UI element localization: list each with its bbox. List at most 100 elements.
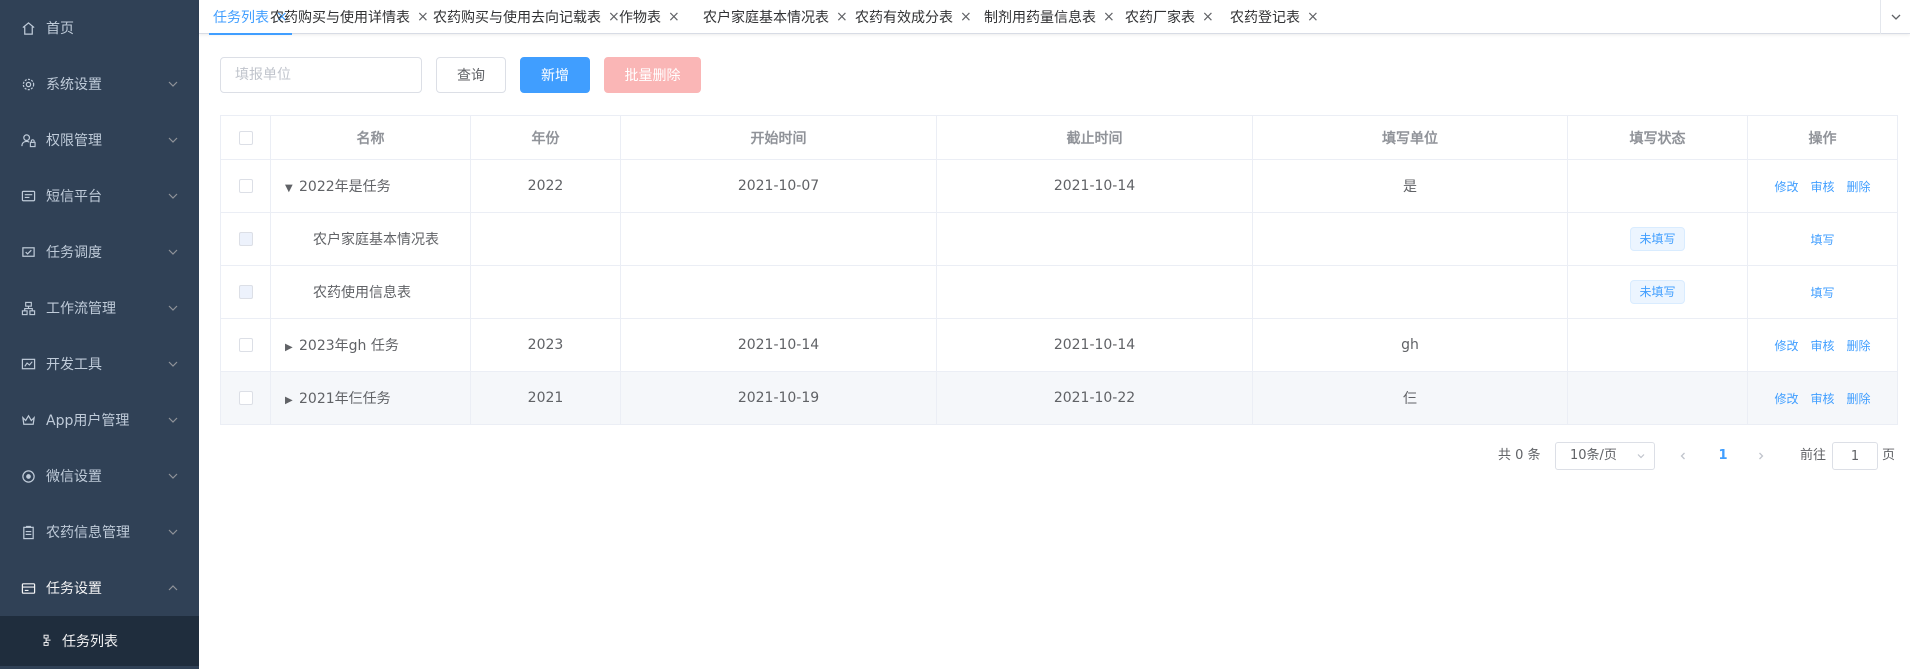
- row-action-link[interactable]: 删除: [1847, 339, 1871, 353]
- caret-right-icon[interactable]: ▶: [285, 342, 297, 353]
- page-number[interactable]: 1: [1709, 442, 1737, 470]
- chevron-down-icon: [168, 249, 178, 255]
- sidebar-item-3[interactable]: 短信平台: [0, 168, 199, 224]
- toolbar: 查询 新增 批量删除: [220, 57, 1820, 93]
- task-schedule-icon: [20, 244, 36, 260]
- row-action-link[interactable]: 修改: [1774, 180, 1798, 194]
- sidebar-item-9[interactable]: 农药信息管理: [0, 504, 199, 560]
- close-icon[interactable]: ×: [960, 9, 972, 25]
- tab-1[interactable]: 农药购买与使用详情表 ×: [270, 0, 429, 34]
- task-name: 2022年是任务: [299, 179, 391, 195]
- select-all-cell: [220, 115, 271, 160]
- tab-5[interactable]: 农药有效成分表 ×: [855, 0, 972, 34]
- close-icon[interactable]: ×: [668, 9, 680, 25]
- home-icon: [20, 20, 36, 36]
- table-row[interactable]: ▶ 2023年gh 任务 2023 2021-10-14 2021-10-14 gh 修改审…: [220, 318, 1898, 372]
- row-action-link[interactable]: 审核: [1810, 339, 1834, 353]
- status-cell: 未填写: [1567, 212, 1748, 266]
- task-name: 农药使用信息表: [313, 285, 411, 301]
- row-checkbox[interactable]: [238, 232, 253, 246]
- table-row[interactable]: 农户家庭基本情况表 未填写 填写: [220, 212, 1898, 266]
- sidebar-item-label: 农药信息管理: [46, 525, 130, 541]
- sidebar-item-6[interactable]: 开发工具: [0, 336, 199, 392]
- sidebar-item-4[interactable]: 任务调度: [0, 224, 199, 280]
- end-time-cell: [936, 265, 1253, 319]
- tab-4[interactable]: 农户家庭基本情况表 ×: [703, 0, 848, 34]
- start-time-cell: [620, 265, 937, 319]
- row-checkbox[interactable]: [238, 338, 253, 352]
- sidebar-subitem-label: 任务列表: [62, 634, 118, 650]
- caret-right-icon[interactable]: ▶: [285, 395, 297, 406]
- row-action-link[interactable]: 填写: [1810, 233, 1834, 247]
- row-action-link[interactable]: 填写: [1810, 286, 1834, 300]
- row-checkbox[interactable]: [238, 179, 253, 193]
- close-icon[interactable]: ×: [1307, 9, 1319, 25]
- search-input[interactable]: [220, 57, 422, 93]
- select-all-checkbox[interactable]: [238, 130, 253, 145]
- row-action-link[interactable]: 审核: [1810, 392, 1834, 406]
- select-cell: [220, 265, 271, 319]
- sidebar-subitem-0[interactable]: 任务列表: [0, 616, 199, 666]
- unit-cell: 是: [1252, 159, 1568, 213]
- tab-7[interactable]: 农药厂家表 ×: [1125, 0, 1214, 34]
- table-row[interactable]: 农药使用信息表 未填写 填写: [220, 265, 1898, 319]
- tab-8[interactable]: 农药登记表 ×: [1230, 0, 1319, 34]
- status-cell: 未填写: [1567, 265, 1748, 319]
- row-checkbox[interactable]: [238, 285, 253, 299]
- row-action-link[interactable]: 修改: [1774, 392, 1798, 406]
- page-size-select[interactable]: 10条/页: [1555, 442, 1655, 470]
- tabs-bar: 任务列表 × 农药购买与使用详情表 × 农药购买与使用去向记载表 × 作物表 × 农户家庭基本情…: [199, 0, 1910, 35]
- task-table: 名称 年份 开始时间 截止时间 填写单位 填写状态 操作 ▼ 2022年是任务 20…: [220, 115, 1898, 425]
- tab-3[interactable]: 作物表 ×: [619, 0, 680, 34]
- row-action-link[interactable]: 审核: [1810, 180, 1834, 194]
- close-icon[interactable]: ×: [608, 9, 620, 25]
- chevron-down-icon: [168, 361, 178, 367]
- crown-icon: [20, 412, 36, 428]
- row-checkbox[interactable]: [238, 391, 253, 405]
- prev-page-button[interactable]: [1669, 442, 1697, 470]
- sidebar-item-10[interactable]: 任务设置: [0, 560, 199, 616]
- tab-label: 制剂用药量信息表: [984, 10, 1096, 26]
- sidebar-item-1[interactable]: 系统设置: [0, 56, 199, 112]
- next-page-button[interactable]: [1747, 442, 1775, 470]
- year-cell: 2021: [470, 371, 621, 425]
- status-badge: 未填写: [1630, 227, 1685, 251]
- sidebar-item-2[interactable]: 权限管理: [0, 112, 199, 168]
- pagination-total: 共 0 条: [1498, 448, 1541, 463]
- tab-2[interactable]: 农药购买与使用去向记载表 ×: [433, 0, 620, 34]
- sidebar-item-5[interactable]: 工作流管理: [0, 280, 199, 336]
- table-row[interactable]: ▶ 2021年仨任务 2021 2021-10-19 2021-10-22 仨修改 审核 删除: [220, 371, 1898, 425]
- sidebar-item-7[interactable]: App用户管理: [0, 392, 199, 448]
- tabs-more-button[interactable]: [1880, 0, 1910, 34]
- year-cell: 2022: [470, 159, 621, 213]
- sidebar: 首页 系统设置 权限管理 短信平台 任务调度 工作流管理 开发工具 App用户管理 微信设置 农药…: [0, 0, 199, 669]
- close-icon[interactable]: ×: [417, 9, 429, 25]
- goto-page-input[interactable]: [1832, 442, 1878, 470]
- tab-6[interactable]: 制剂用药量信息表 ×: [984, 0, 1115, 34]
- message-icon: [20, 188, 36, 204]
- row-action-link[interactable]: 删除: [1847, 180, 1871, 194]
- sidebar-item-0[interactable]: 首页: [0, 0, 199, 56]
- close-icon[interactable]: ×: [836, 9, 848, 25]
- card-icon: [20, 580, 36, 596]
- row-action-link[interactable]: 删除: [1847, 392, 1871, 406]
- sidebar-item-label: 首页: [46, 21, 74, 37]
- close-icon[interactable]: ×: [1103, 9, 1115, 25]
- column-header: 名称: [270, 115, 471, 160]
- close-icon[interactable]: ×: [1202, 9, 1214, 25]
- query-button[interactable]: 查询: [436, 57, 506, 93]
- chevron-right-icon: [1759, 452, 1764, 460]
- page-size-value: 10条/页: [1570, 448, 1617, 463]
- table-row[interactable]: ▼ 2022年是任务 2022 2021-10-07 2021-10-14 是修改 审核 删除: [220, 159, 1898, 213]
- batch-delete-button[interactable]: 批量删除: [604, 57, 701, 93]
- actions-cell: 填写: [1747, 265, 1898, 319]
- caret-down-icon[interactable]: ▼: [285, 183, 297, 194]
- add-button[interactable]: 新增: [520, 57, 590, 93]
- chevron-left-icon: [1680, 452, 1685, 460]
- row-action-link[interactable]: 修改: [1774, 339, 1798, 353]
- column-header: 开始时间: [620, 115, 937, 160]
- unit-cell: [1252, 212, 1568, 266]
- end-time-cell: 2021-10-22: [936, 371, 1253, 425]
- sidebar-item-label: 任务调度: [46, 245, 102, 261]
- column-header: 截止时间: [936, 115, 1253, 160]
